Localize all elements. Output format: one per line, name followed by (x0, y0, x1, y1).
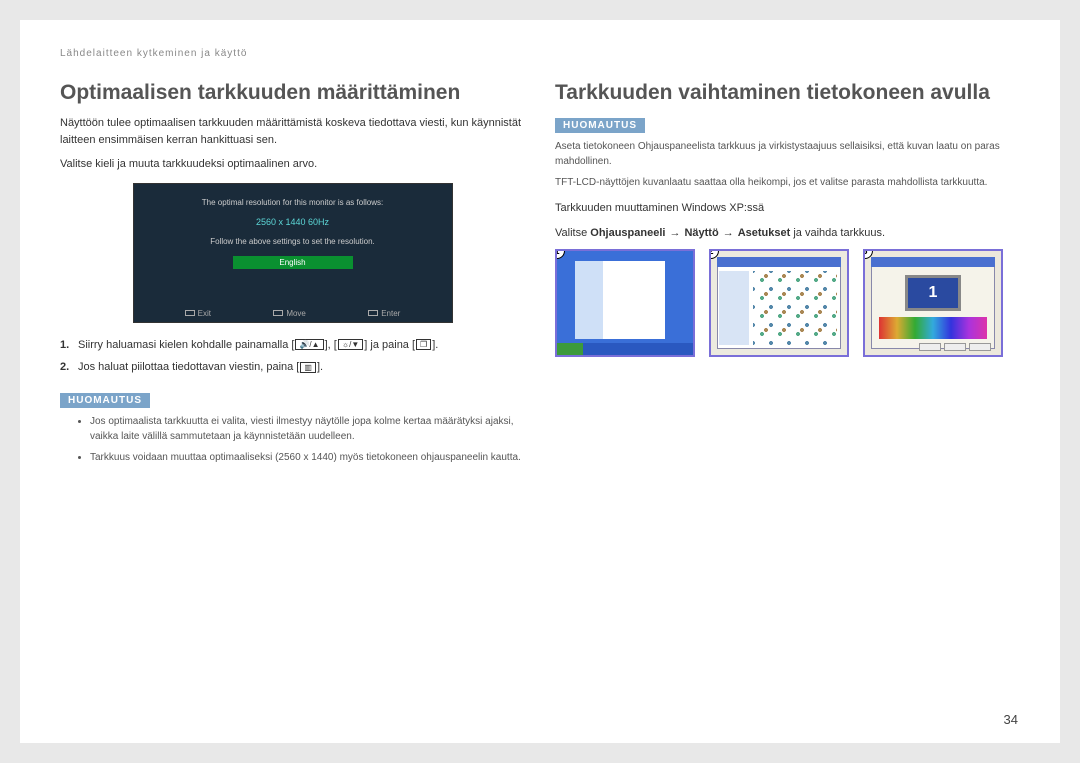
breadcrumb: Lähdelaitteen kytkeminen ja käyttö (60, 48, 1020, 59)
path-ohjauspaneeli: Ohjauspaneeli (590, 227, 665, 239)
start-button-icon (557, 343, 583, 355)
osd-language: English (233, 256, 353, 269)
screenshot-2: 2 (709, 249, 849, 357)
page-number: 34 (1004, 712, 1018, 727)
osd-footer: Exit Move Enter (134, 309, 452, 318)
arrow-icon: → (723, 227, 734, 239)
path-line: Valitse Ohjauspaneeli→Näyttö→Asetukset j… (555, 227, 1020, 239)
note-label-right: HUOMAUTUS (555, 118, 645, 133)
step-1: Siirry haluamasi kielen kohdalle painama… (60, 337, 525, 354)
osd-exit: Exit (185, 309, 211, 318)
note-list-left: Jos optimaalista tarkkuutta ei valita, v… (60, 414, 525, 465)
note-item-1: Jos optimaalista tarkkuutta ei valita, v… (90, 414, 525, 444)
note-label-left: HUOMAUTUS (60, 393, 150, 408)
osd-screenshot: The optimal resolution for this monitor … (133, 183, 453, 323)
left-column: Optimaalisen tarkkuuden määrittäminen Nä… (60, 81, 525, 471)
left-heading: Optimaalisen tarkkuuden määrittäminen (60, 81, 525, 105)
manual-page: Lähdelaitteen kytkeminen ja käyttö Optim… (20, 20, 1060, 743)
osd-line1: The optimal resolution for this monitor … (144, 198, 442, 207)
note-item-2: Tarkkuus voidaan muuttaa optimaaliseksi … (90, 450, 525, 465)
xp-line: Tarkkuuden muuttaminen Windows XP:ssä (555, 200, 1020, 217)
move-icon (273, 310, 283, 316)
control-panel-icons (753, 271, 837, 345)
note-body-2: TFT-LCD-näyttöjen kuvanlaatu saattaa oll… (555, 175, 1020, 190)
intro-text: Näyttöön tulee optimaalisen tarkkuuden m… (60, 115, 525, 148)
exit-icon (185, 310, 195, 316)
path-naytto: Näyttö (684, 227, 718, 239)
source-icon: ❐ (416, 339, 431, 350)
dialog-button (919, 343, 941, 351)
right-column: Tarkkuuden vaihtaminen tietokoneen avull… (555, 81, 1020, 471)
steps-list: Siirry haluamasi kielen kohdalle painama… (60, 337, 525, 376)
color-bars-icon (879, 317, 987, 339)
step-2: Jos haluat piilottaa tiedottavan viestin… (60, 359, 525, 376)
screenshot-1: 1 (555, 249, 695, 357)
volume-up-icon: 🔊/▲ (295, 339, 323, 350)
content-columns: Optimaalisen tarkkuuden määrittäminen Nä… (60, 81, 1020, 471)
monitor-icon: 1 (905, 275, 961, 311)
screenshot-row: 1 2 3 (555, 249, 1020, 357)
select-lang-text: Valitse kieli ja muuta tarkkuudeksi opti… (60, 156, 525, 173)
dialog-button (944, 343, 966, 351)
arrow-icon: → (669, 227, 680, 239)
enter-icon (368, 310, 378, 316)
menu-icon: ▥ (300, 362, 316, 373)
dialog-button (969, 343, 991, 351)
note-body-1: Aseta tietokoneen Ohjauspaneelista tarkk… (555, 139, 1020, 169)
osd-move: Move (273, 309, 306, 318)
path-asetukset: Asetukset (738, 227, 791, 239)
osd-resolution: 2560 x 1440 60Hz (144, 217, 442, 227)
brightness-down-icon: ☼/▼ (338, 339, 363, 350)
right-heading: Tarkkuuden vaihtaminen tietokoneen avull… (555, 81, 1020, 105)
screenshot-3: 3 1 (863, 249, 1003, 357)
osd-enter: Enter (368, 309, 400, 318)
osd-line2: Follow the above settings to set the res… (144, 237, 442, 246)
